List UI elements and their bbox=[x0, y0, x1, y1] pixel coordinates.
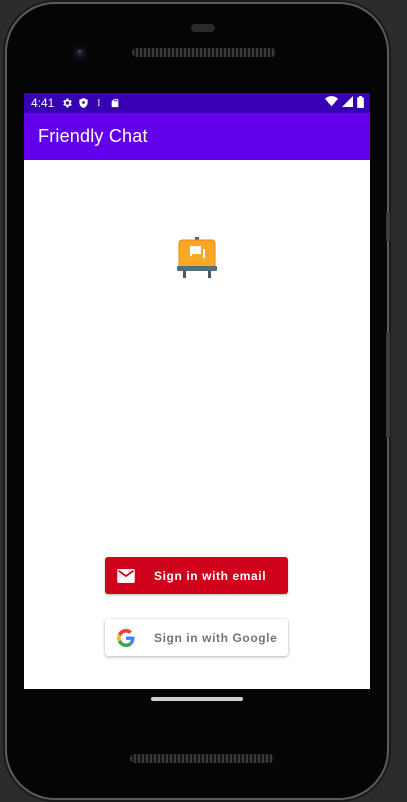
status-right-icons bbox=[325, 95, 364, 111]
front-camera bbox=[73, 46, 87, 60]
status-time: 4:41 bbox=[31, 96, 55, 110]
chat-easel-icon bbox=[177, 237, 217, 279]
home-gesture-bar[interactable] bbox=[151, 697, 243, 701]
app-title: Friendly Chat bbox=[38, 126, 148, 146]
sign-in-google-label: Sign in with Google bbox=[154, 630, 278, 645]
top-speaker-grille bbox=[132, 48, 276, 57]
shield-icon bbox=[76, 96, 90, 110]
wifi-icon bbox=[325, 96, 338, 110]
settings-icon bbox=[60, 96, 74, 110]
sign-in-google-button[interactable]: Sign in with Google bbox=[105, 619, 288, 656]
mail-icon bbox=[116, 566, 136, 586]
sd-card-icon bbox=[108, 96, 122, 110]
status-bar: 4:41 bbox=[24, 93, 370, 113]
battery-icon bbox=[357, 95, 364, 111]
sign-in-email-label: Sign in with email bbox=[154, 568, 267, 583]
google-g-icon bbox=[116, 628, 136, 648]
top-sensor bbox=[191, 24, 215, 32]
sign-in-email-button[interactable]: Sign in with email bbox=[105, 557, 288, 594]
debug-icon bbox=[92, 96, 106, 110]
signal-icon bbox=[342, 96, 353, 110]
bottom-speaker-grille bbox=[130, 754, 274, 763]
app-bar: Friendly Chat bbox=[24, 113, 370, 160]
side-button-power bbox=[386, 212, 390, 242]
side-button-volume bbox=[386, 332, 390, 438]
device-screen: 4:41 Friendly Chat Sign in with email Si… bbox=[24, 93, 370, 689]
